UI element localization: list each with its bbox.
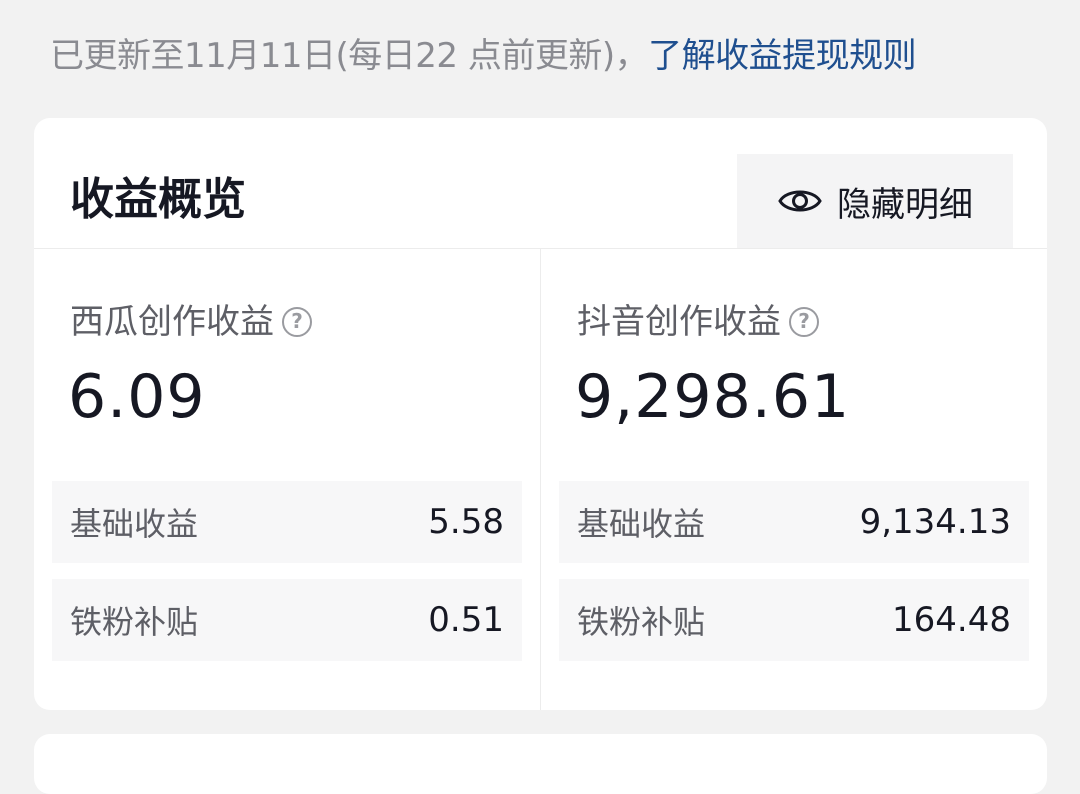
douyin-basic-earnings-row: 基础收益 9,134.13 <box>559 481 1029 563</box>
row-value: 9,134.13 <box>859 502 1011 542</box>
card-header: 收益概览 隐藏明细 <box>34 118 1047 249</box>
question-circle-icon[interactable]: ? <box>789 307 819 337</box>
hide-details-button[interactable]: 隐藏明细 <box>737 154 1013 248</box>
xigua-earnings-total: 6.09 <box>68 362 206 432</box>
douyin-earnings-total: 9,298.61 <box>575 362 851 432</box>
douyin-earnings-title-text: 抖音创作收益 <box>577 302 781 342</box>
xigua-earnings-title: 西瓜创作收益 ? <box>70 301 312 343</box>
xigua-earnings-panel: 西瓜创作收益 ? 6.09 基础收益 5.58 铁粉补贴 0.51 <box>34 249 541 710</box>
xigua-fan-subsidy-row: 铁粉补贴 0.51 <box>52 579 522 661</box>
eye-icon <box>778 190 822 212</box>
xigua-earnings-title-text: 西瓜创作收益 <box>70 302 274 342</box>
question-circle-icon[interactable]: ? <box>282 307 312 337</box>
douyin-earnings-panel: 抖音创作收益 ? 9,298.61 基础收益 9,134.13 铁粉补贴 164… <box>541 249 1047 710</box>
row-value: 164.48 <box>892 600 1011 640</box>
row-value: 5.58 <box>428 502 504 542</box>
douyin-earnings-title: 抖音创作收益 ? <box>577 301 819 343</box>
row-label: 铁粉补贴 <box>70 603 199 641</box>
withdraw-rules-link[interactable]: 了解收益提现规则 <box>648 36 917 76</box>
row-label: 基础收益 <box>577 505 706 543</box>
update-status-text: 已更新至11月11日(每日22 点前更新)， <box>50 36 649 76</box>
card-title: 收益概览 <box>70 174 246 225</box>
hide-details-label: 隐藏明细 <box>837 184 973 225</box>
row-label: 基础收益 <box>70 505 199 543</box>
row-value: 0.51 <box>428 600 504 640</box>
earnings-overview-card: 收益概览 隐藏明细 西瓜创作收益 ? 6.09 基础收益 5.58 铁粉补贴 0… <box>34 118 1047 710</box>
next-card-peek <box>34 734 1047 794</box>
row-label: 铁粉补贴 <box>577 603 706 641</box>
xigua-basic-earnings-row: 基础收益 5.58 <box>52 481 522 563</box>
douyin-fan-subsidy-row: 铁粉补贴 164.48 <box>559 579 1029 661</box>
update-status-line: 已更新至11月11日(每日22 点前更新)，了解收益提现规则 <box>50 30 917 82</box>
